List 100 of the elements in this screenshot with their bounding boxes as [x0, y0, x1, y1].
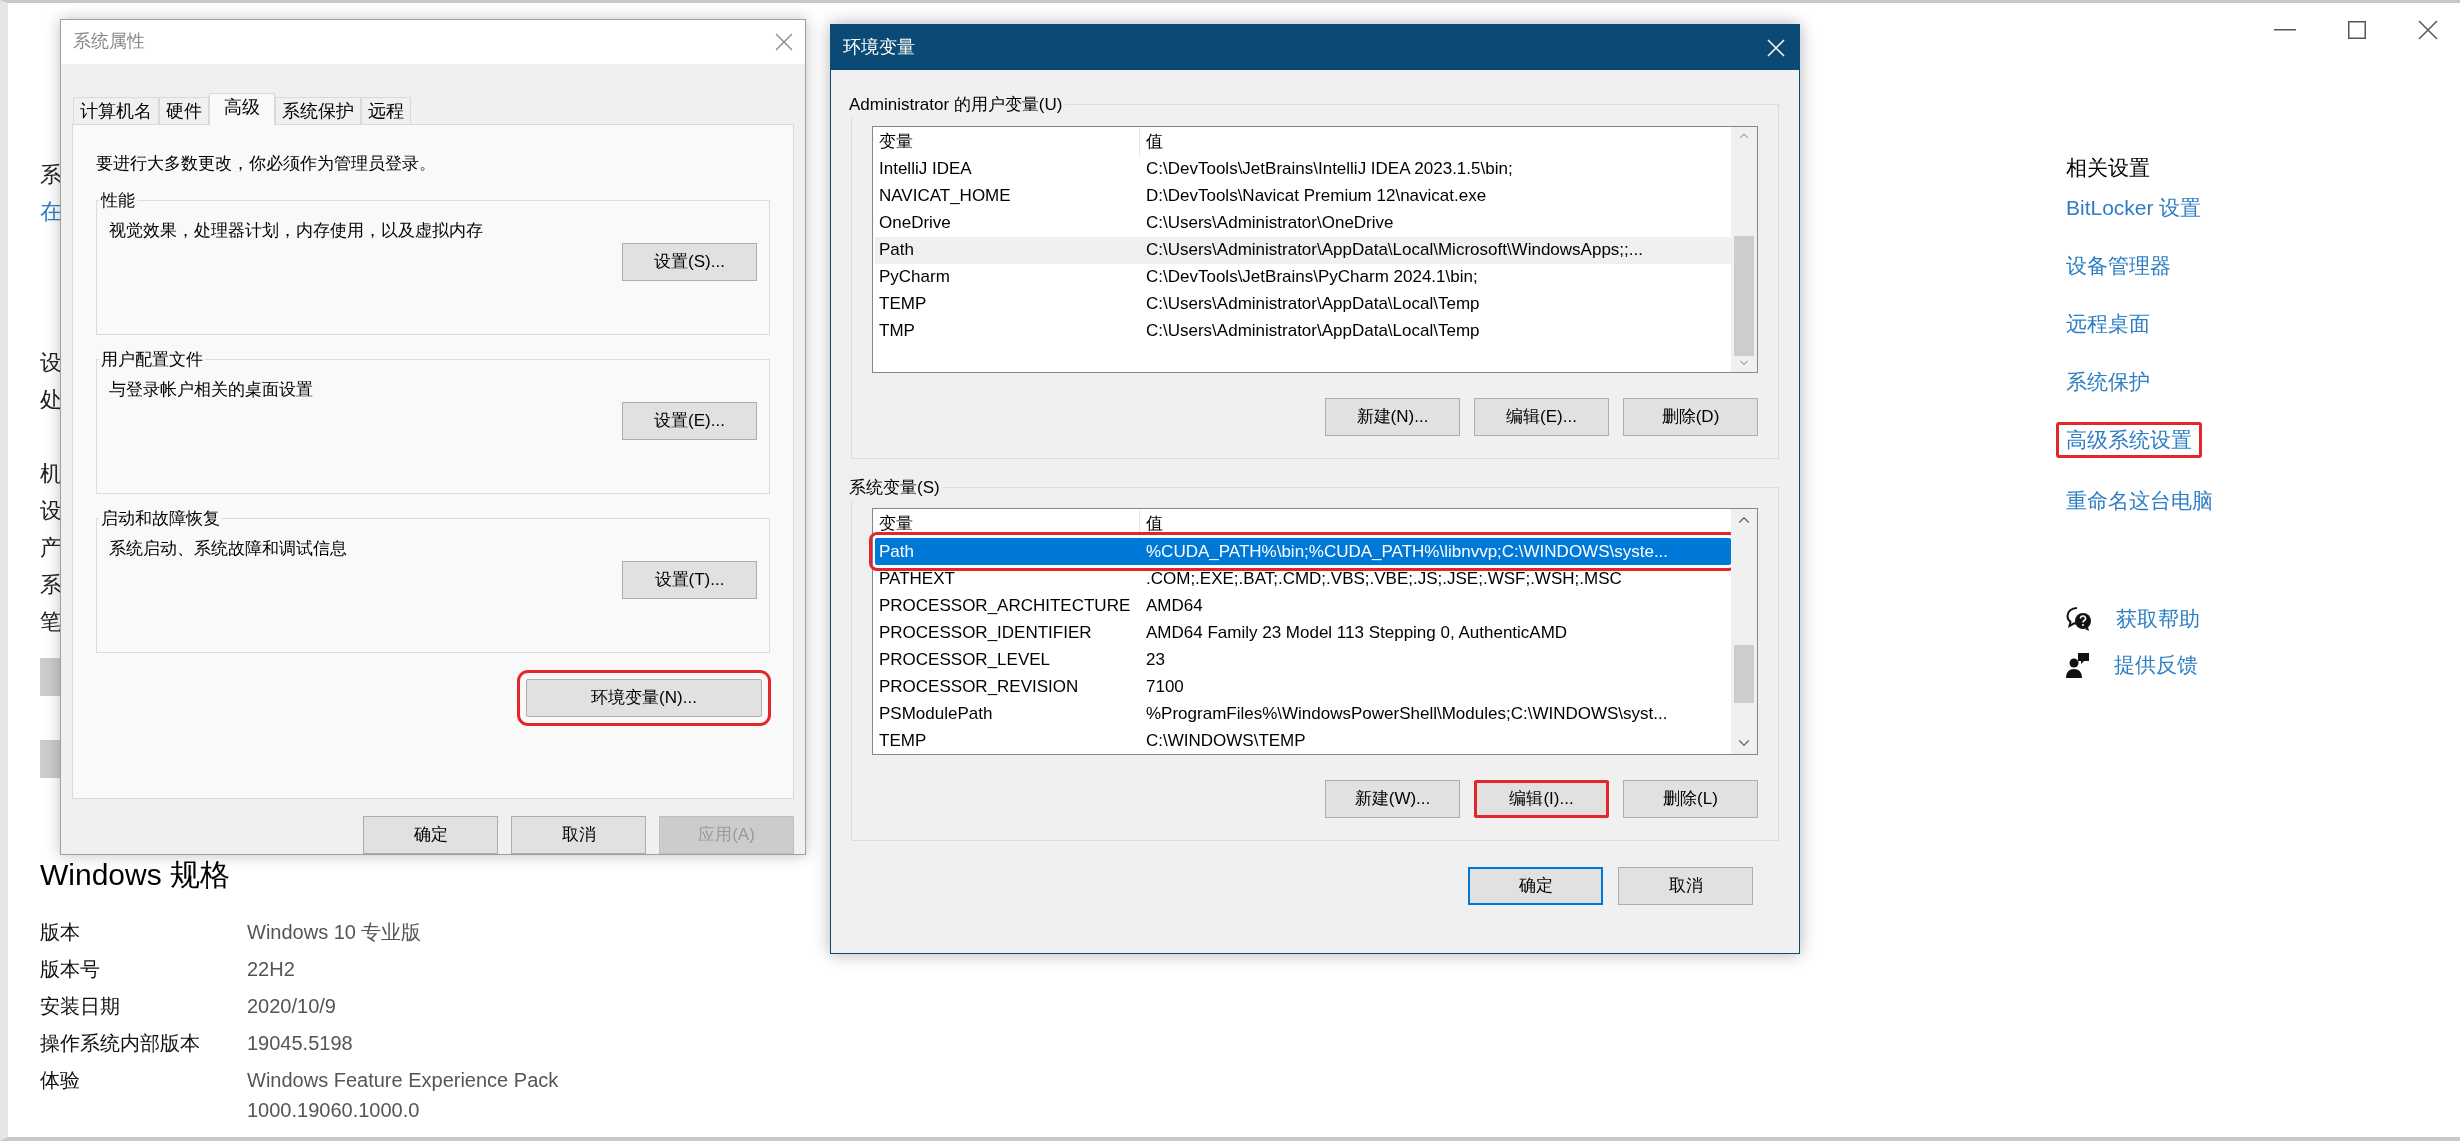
settings-button[interactable]: 设置(S)... — [622, 243, 757, 282]
table-row[interactable]: PATHEXT .COM;.EXE;.BAT;.CMD;.VBS;.VBE;.JS;.JSE;.WSF;.WSH;.MSC — [875, 565, 1731, 592]
table-cell-text: OneDrive — [878, 212, 952, 235]
table-row[interactable]: Path C:\Users\Administrator\AppData\Local\Microsoft\WindowsApps;;... — [875, 236, 1731, 264]
table-cell-text: Path — [878, 239, 915, 262]
panel-heading: 相关设置 — [2066, 155, 2150, 181]
table-row[interactable]: PROCESSOR_REVISION 7100 — [875, 673, 1731, 700]
support-link[interactable]: 提供反馈 — [2114, 650, 2198, 680]
tab[interactable]: 计算机名 — [73, 96, 159, 125]
table-cell-text: TMP — [878, 320, 916, 343]
scrollbar[interactable] — [1731, 126, 1757, 372]
scrollbar-thumb[interactable] — [1734, 645, 1754, 703]
body-text: 系 — [40, 572, 62, 597]
table-cell-text: %CUDA_PATH%\bin;%CUDA_PATH%\libnvvp;C:\WINDOWS\syste... — [1145, 540, 1670, 563]
table-row[interactable]: PROCESSOR_ARCHITECTURE AMD64 — [875, 592, 1731, 619]
dialog-button[interactable]: 删除(D) — [1623, 397, 1758, 436]
group-description: 系统启动、系统故障和调试信息 — [109, 537, 348, 560]
dialog-button[interactable]: 新建(N)... — [1325, 397, 1460, 436]
dialog-button[interactable]: 确定 — [363, 816, 498, 854]
table-row[interactable]: TEMP C:\Users\Administrator\AppData\Local\Temp — [875, 290, 1731, 318]
table-row[interactable]: TMP C:\Users\Administrator\AppData\Local\Temp — [875, 317, 1731, 345]
support-link[interactable]: 获取帮助 — [2116, 604, 2200, 634]
dialog-button[interactable]: 编辑(E)... — [1474, 397, 1609, 436]
group-title: Administrator 的用户变量(U) — [848, 94, 1064, 116]
body-text: 处 — [40, 387, 62, 412]
settings-button[interactable]: 设置(T)... — [622, 561, 757, 600]
tab[interactable]: 硬件 — [159, 96, 209, 125]
group-title: 启动和故障恢复 — [100, 508, 221, 531]
spec-label: 体验 — [40, 1068, 81, 1093]
table-cell-text: PROCESSOR_REVISION — [878, 675, 1080, 698]
table-row[interactable]: OneDrive C:\Users\Administrator\OneDrive — [875, 209, 1731, 237]
spec-value: Windows Feature Experience Pack 1000.19060.1000.0 — [247, 1068, 560, 1123]
table-cell-text: AMD64 Family 23 Model 113 Stepping 0, AuthenticAMD — [1145, 621, 1569, 644]
table-cell-text: TEMP — [878, 293, 928, 316]
group-description: 视觉效果，处理器计划，内存使用，以及虚拟内存 — [109, 219, 484, 242]
table-cell-text: AMD64 — [1145, 594, 1204, 617]
table-cell-text: PROCESSOR_IDENTIFIER — [878, 621, 1093, 644]
table-cell-text: PROCESSOR_LEVEL — [878, 648, 1051, 671]
spec-value: Windows 10 专业版 — [247, 920, 423, 945]
dialog-button[interactable]: 确定 — [1468, 867, 1603, 905]
table-cell-text: IntelliJ IDEA — [878, 158, 973, 181]
table-row[interactable]: NAVICAT_HOME D:\DevTools\Navicat Premium 12\navicat.exe — [875, 182, 1731, 210]
table-cell-text: C:\DevTools\JetBrains\PyCharm 2024.1\bin; — [1145, 266, 1479, 289]
settings-link[interactable]: 重命名这台电脑 — [2066, 486, 2213, 516]
table-cell-text: C:\Users\Administrator\AppData\Local\Temp — [1145, 320, 1481, 343]
table-row[interactable]: PyCharm C:\DevTools\JetBrains\PyCharm 2024.1\bin; — [875, 263, 1731, 291]
column-header[interactable]: 值 — [1140, 510, 1731, 538]
body-text: 系 — [40, 162, 62, 187]
settings-link[interactable]: 设备管理器 — [2066, 251, 2171, 281]
table-cell-text: C:\Users\Administrator\AppData\Local\Temp — [1145, 293, 1481, 316]
dialog-button[interactable]: 删除(L) — [1623, 780, 1758, 818]
settings-button[interactable]: 设置(E)... — [622, 402, 757, 441]
dialog-button[interactable]: 编辑(I)... — [1474, 780, 1609, 818]
group-title: 性能 — [99, 190, 136, 213]
scrollbar-thumb[interactable] — [1734, 236, 1754, 356]
window-title: 环境变量 — [843, 36, 915, 59]
body-text: 设 — [40, 350, 62, 375]
tab[interactable]: 高级 — [209, 92, 275, 125]
window-title: 系统属性 — [73, 30, 145, 54]
settings-link[interactable]: 远程桌面 — [2066, 309, 2150, 339]
table-row[interactable]: IntelliJ IDEA C:\DevTools\JetBrains\IntelliJ IDEA 2023.1.5\bin; — [875, 155, 1731, 183]
scrollbar[interactable] — [1731, 509, 1757, 754]
body-text: 机 — [40, 461, 62, 486]
group-description: 与登录帐户相关的桌面设置 — [109, 378, 314, 401]
table-row[interactable]: TEMP C:\WINDOWS\TEMP — [875, 727, 1731, 754]
group-title: 用户配置文件 — [100, 349, 204, 372]
settings-link[interactable]: 系统保护 — [2066, 367, 2150, 397]
table-cell-text: PROCESSOR_ARCHITECTURE — [878, 594, 1132, 617]
table-row[interactable]: PROCESSOR_LEVEL 23 — [875, 646, 1731, 673]
maximize-icon[interactable] — [2348, 20, 2366, 39]
body-text: 产 — [40, 535, 62, 560]
table-row[interactable]: PROCESSOR_IDENTIFIER AMD64 Family 23 Model 113 Stepping 0, AuthenticAMD — [875, 619, 1731, 646]
tab[interactable]: 系统保护 — [275, 96, 361, 125]
minimize-icon[interactable] — [2274, 28, 2296, 31]
settings-link[interactable]: 在 — [40, 199, 62, 224]
dialog-button[interactable]: 取消 — [511, 816, 646, 854]
table-cell-text: PATHEXT — [878, 567, 956, 590]
close-icon[interactable] — [2418, 19, 2438, 40]
table-row[interactable]: PSModulePath %ProgramFiles%\WindowsPowerShell\Modules;C:\WINDOWS\syst... — [875, 700, 1731, 727]
table-cell-text: TEMP — [878, 729, 928, 752]
dialog-button[interactable]: 取消 — [1618, 867, 1753, 905]
column-header[interactable]: 值 — [1140, 127, 1731, 156]
dialog-button[interactable]: 新建(W)... — [1325, 780, 1460, 818]
body-text: 设 — [40, 498, 62, 523]
settings-link[interactable]: BitLocker 设置 — [2066, 193, 2202, 223]
column-header[interactable]: 变量 — [875, 127, 1140, 156]
table-cell-text: 23 — [1145, 648, 1166, 671]
spec-label: 版本号 — [40, 957, 101, 982]
table-cell-text: Path — [878, 540, 915, 563]
help-chat-icon — [2066, 606, 2092, 632]
spec-value: 22H2 — [247, 957, 296, 982]
spec-value: 19045.5198 — [247, 1031, 354, 1056]
table-cell-text: 7100 — [1145, 675, 1185, 698]
body-text: 笔 — [40, 609, 62, 634]
section-heading: Windows 规格 — [40, 857, 231, 893]
tab[interactable]: 远程 — [361, 96, 411, 125]
spec-label: 安装日期 — [40, 994, 121, 1019]
table-cell-text: NAVICAT_HOME — [878, 185, 1012, 208]
table-cell-text: C:\Users\Administrator\AppData\Local\Microsoft\WindowsApps;;... — [1145, 239, 1644, 262]
settings-link[interactable]: 高级系统设置 — [2056, 422, 2202, 458]
